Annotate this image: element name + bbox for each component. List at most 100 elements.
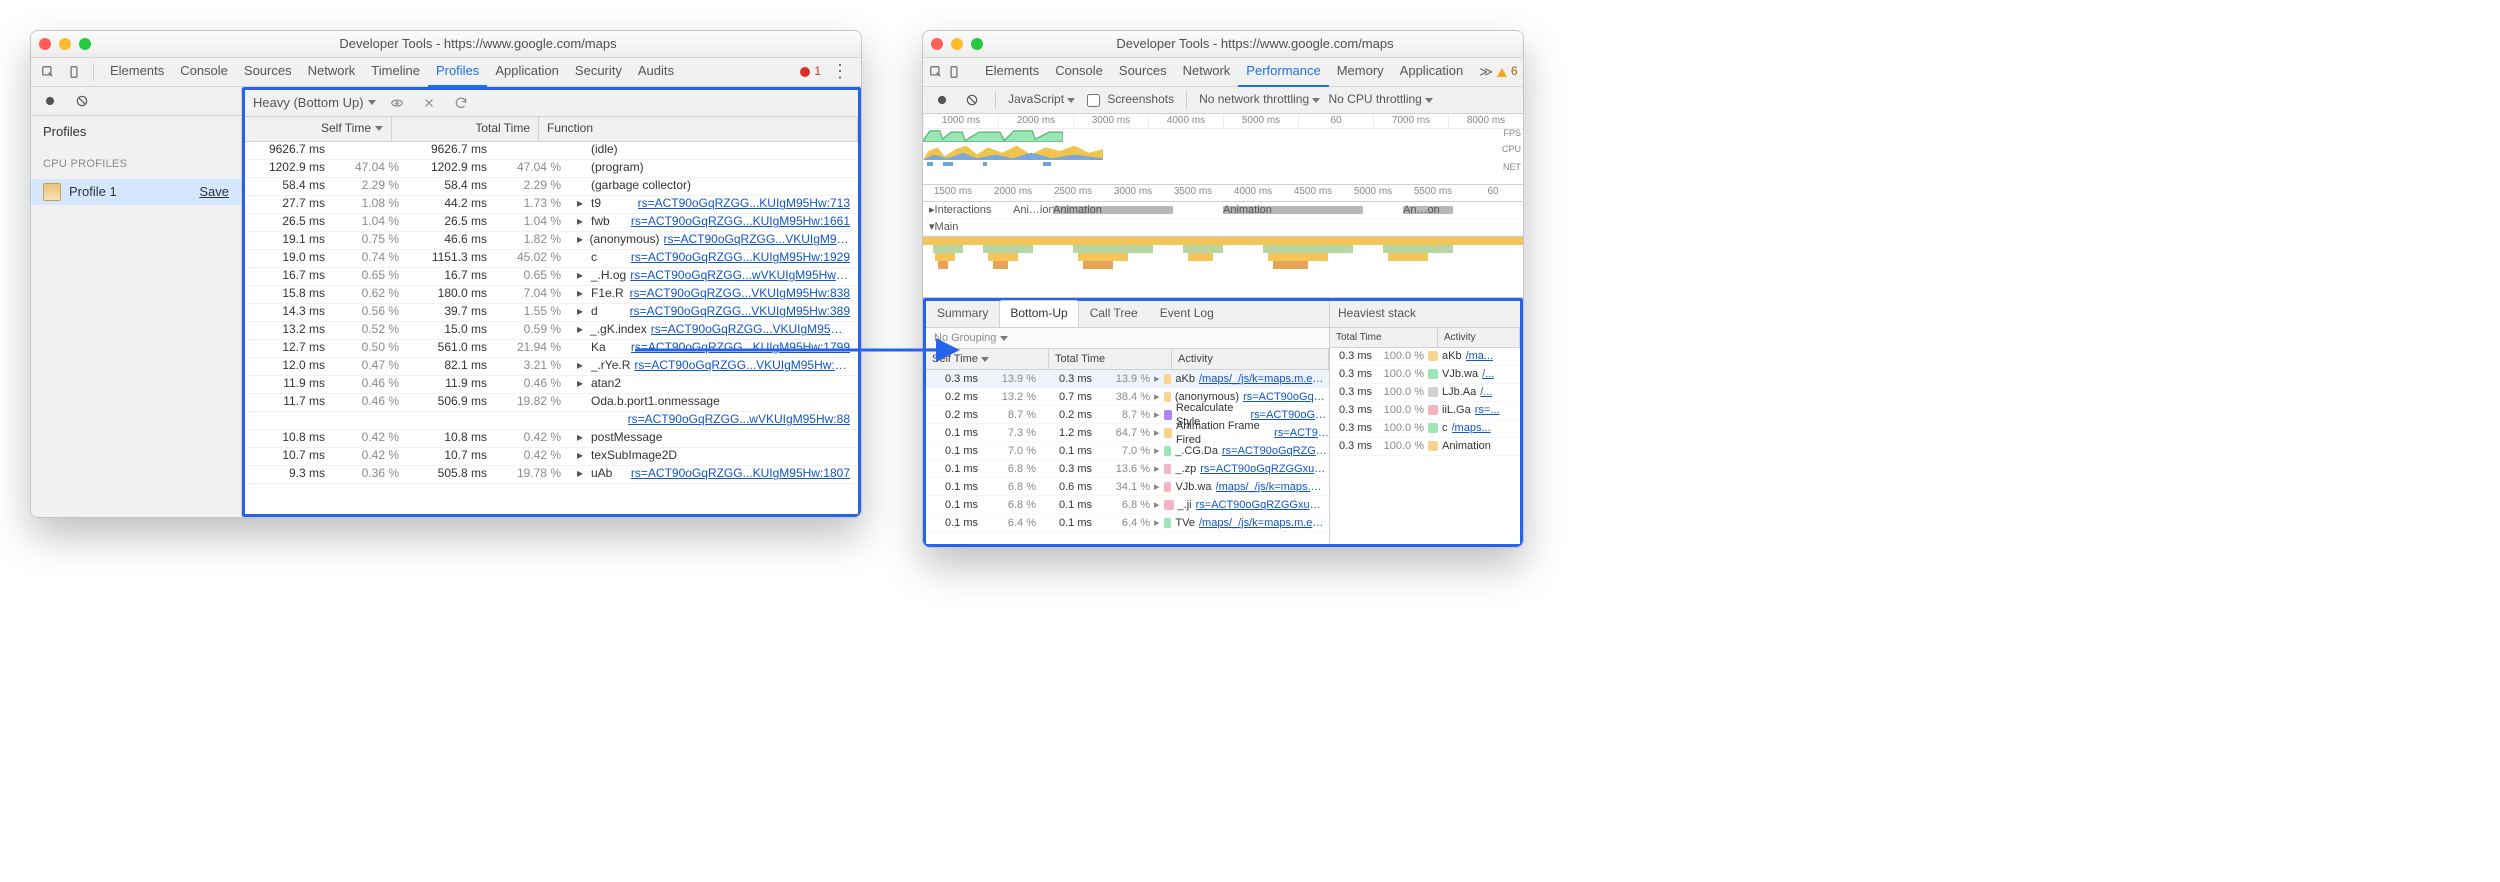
col-activity[interactable]: Activity — [1172, 349, 1329, 369]
table-row[interactable]: 0.1 ms6.8 %0.3 ms13.6 %▸_.zp rs=ACT90oGq… — [926, 460, 1329, 478]
table-row[interactable]: 0.3 ms100.0 %VJb.wa /... — [1330, 366, 1520, 384]
table-row[interactable]: 0.3 ms13.9 %0.3 ms13.9 %▸aKb /maps/_/js/… — [926, 370, 1329, 388]
source-link[interactable]: rs=ACT90oGqRZGG...VKUIgM95Hw:389 — [630, 304, 850, 320]
source-link[interactable]: rs=ACT90oGqRZGG...VKUIgM95Hw:838 — [630, 286, 850, 302]
table-row[interactable]: 58.4 ms2.29 %58.4 ms2.29 %(garbage colle… — [245, 178, 858, 196]
source-link[interactable]: /... — [1482, 367, 1494, 381]
table-row[interactable]: 10.7 ms0.42 %10.7 ms0.42 %▸texSubImage2D — [245, 448, 858, 466]
timeline-overview[interactable]: 1000 ms2000 ms3000 ms4000 ms5000 ms60700… — [923, 114, 1523, 185]
source-link[interactable]: rs=ACT90oGqRZGGxuWo-z8BL... — [1196, 498, 1326, 512]
source-link[interactable]: /... — [1480, 385, 1492, 399]
source-link[interactable]: rs=... — [1475, 403, 1500, 417]
filter-select[interactable]: JavaScript — [1008, 92, 1075, 108]
table-row[interactable]: 0.3 ms100.0 %aKb /ma... — [1330, 348, 1520, 366]
table-row[interactable]: 13.2 ms0.52 %15.0 ms0.59 %▸_.gK.indexrs=… — [245, 322, 858, 340]
clear-icon[interactable] — [71, 90, 93, 112]
col-self-time[interactable]: Self Time — [926, 349, 1049, 369]
save-link[interactable]: Save — [199, 184, 229, 201]
error-badge[interactable]: 1 — [800, 64, 821, 80]
source-link[interactable]: rs=ACT90oGqRZGG...KUIgM95Hw:1661 — [631, 214, 850, 230]
subtab-call-tree[interactable]: Call Tree — [1079, 300, 1149, 327]
table-row[interactable]: 19.1 ms0.75 %46.6 ms1.82 %▸(anonymous)rs… — [245, 232, 858, 250]
table-row[interactable]: 0.1 ms7.0 %0.1 ms7.0 %▸_.CG.Da rs=ACT90o… — [926, 442, 1329, 460]
table-row[interactable]: 0.3 ms100.0 %iiL.Ga rs=... — [1330, 402, 1520, 420]
eye-icon[interactable] — [386, 92, 408, 114]
tab-application[interactable]: Application — [1392, 58, 1472, 87]
close-icon[interactable] — [931, 38, 943, 50]
profile-rows[interactable]: 9626.7 ms9626.7 ms(idle)1202.9 ms47.04 %… — [245, 142, 858, 514]
col-total-time[interactable]: Total Time — [1330, 328, 1438, 347]
tab-profiles[interactable]: Profiles — [428, 58, 487, 87]
close-icon[interactable] — [418, 92, 440, 114]
minimize-icon[interactable] — [59, 38, 71, 50]
source-link[interactable]: rs=ACT90oGqRZGG...VKUIgM95Hw:381 — [651, 322, 850, 338]
source-link[interactable]: rs=ACT90oGqRZGG...KUIgM95Hw:1807 — [631, 466, 850, 482]
source-link[interactable]: /maps/_/js/k=maps.m.en.ye... — [1216, 480, 1329, 494]
source-link[interactable]: rs=ACT90o... — [1274, 426, 1329, 440]
table-row[interactable]: 0.3 ms100.0 %LJb.Aa /... — [1330, 384, 1520, 402]
table-row[interactable]: 0.1 ms7.3 %1.2 ms64.7 %▸Animation Frame … — [926, 424, 1329, 442]
source-link[interactable]: rs=ACT90oGqRZGGxuWo-z8B... — [1200, 462, 1329, 476]
tab-elements[interactable]: Elements — [102, 58, 172, 87]
subtab-event-log[interactable]: Event Log — [1149, 300, 1225, 327]
source-link[interactable]: rs=ACT90oGqRZGG...KUIgM95Hw:1929 — [631, 250, 850, 266]
network-throttle-select[interactable]: No network throttling — [1199, 92, 1320, 108]
col-total-time[interactable]: Total Time — [1049, 349, 1172, 369]
source-link[interactable]: rs=ACT90oGqRZGG...wVKUIgM95Hw:88 — [628, 412, 850, 428]
more-icon[interactable]: ⋮ — [825, 60, 855, 83]
tab-console[interactable]: Console — [172, 58, 236, 87]
table-row[interactable]: rs=ACT90oGqRZGG...wVKUIgM95Hw:88 — [245, 412, 858, 430]
col-function[interactable]: Function — [539, 117, 858, 141]
device-icon[interactable] — [947, 61, 961, 83]
col-total-time[interactable]: Total Time — [392, 117, 539, 141]
table-row[interactable]: 9626.7 ms9626.7 ms(idle) — [245, 142, 858, 160]
tab-application[interactable]: Application — [487, 58, 567, 87]
overflow-icon[interactable]: ≫ — [1479, 64, 1493, 81]
table-row[interactable]: 12.0 ms0.47 %82.1 ms3.21 %▸_.rYe.Rrs=ACT… — [245, 358, 858, 376]
source-link[interactable]: /maps/_/js/k=maps.m.en.yeALR... — [1199, 516, 1329, 530]
titlebar[interactable]: Developer Tools - https://www.google.com… — [31, 31, 861, 58]
tab-memory[interactable]: Memory — [1329, 58, 1392, 87]
screenshots-checkbox[interactable]: Screenshots — [1083, 91, 1174, 110]
cpu-throttle-select[interactable]: No CPU throttling — [1328, 92, 1433, 108]
titlebar[interactable]: Developer Tools - https://www.google.com… — [923, 31, 1523, 58]
record-icon[interactable] — [931, 89, 953, 111]
table-row[interactable]: 11.7 ms0.46 %506.9 ms19.82 %Oda.b.port1.… — [245, 394, 858, 412]
table-row[interactable]: 0.3 ms100.0 %Animation — [1330, 438, 1520, 456]
source-link[interactable]: rs=ACT90oGqRZGG...VKUIgM95Hw:126 — [664, 232, 851, 248]
bottom-up-rows[interactable]: 0.3 ms13.9 %0.3 ms13.9 %▸aKb /maps/_/js/… — [926, 370, 1329, 544]
warning-badge[interactable]: 6 — [1497, 64, 1518, 80]
source-link[interactable]: rs=ACT90oGqRZGGxuWo... — [1222, 444, 1329, 458]
table-row[interactable]: 10.8 ms0.42 %10.8 ms0.42 %▸postMessage — [245, 430, 858, 448]
source-link[interactable]: /maps... — [1452, 421, 1491, 435]
more-icon[interactable]: ⋮ — [1522, 60, 1524, 83]
table-row[interactable]: 14.3 ms0.56 %39.7 ms1.55 %▸drs=ACT90oGqR… — [245, 304, 858, 322]
tab-timeline[interactable]: Timeline — [363, 58, 428, 87]
table-row[interactable]: 9.3 ms0.36 %505.8 ms19.78 %▸uAbrs=ACT90o… — [245, 466, 858, 484]
source-link[interactable]: /ma... — [1466, 349, 1494, 363]
source-link[interactable]: rs=ACT90oGqRZGG...VKUIgM95Hw:593 — [634, 358, 850, 374]
table-row[interactable]: 26.5 ms1.04 %26.5 ms1.04 %▸fwbrs=ACT90oG… — [245, 214, 858, 232]
table-row[interactable]: 0.3 ms100.0 %c /maps... — [1330, 420, 1520, 438]
tab-sources[interactable]: Sources — [1111, 58, 1175, 87]
source-link[interactable]: /maps/_/js/k=maps.m.en.yeALR... — [1199, 372, 1329, 386]
grouping-select[interactable]: No Grouping — [926, 328, 1329, 349]
table-row[interactable]: 1202.9 ms47.04 %1202.9 ms47.04 %(program… — [245, 160, 858, 178]
inspect-icon[interactable] — [37, 61, 59, 83]
main-track-header[interactable]: ▾ Main — [923, 219, 1523, 236]
tab-network[interactable]: Network — [300, 58, 364, 87]
device-icon[interactable] — [63, 61, 85, 83]
tab-sources[interactable]: Sources — [236, 58, 300, 87]
table-row[interactable]: 0.1 ms6.4 %0.1 ms6.4 %▸TVe /maps/_/js/k=… — [926, 514, 1329, 532]
col-activity[interactable]: Activity — [1438, 328, 1520, 347]
record-icon[interactable] — [39, 90, 61, 112]
source-link[interactable]: rs=ACT90oGqRZGG...KUIgM95Hw:1799 — [631, 340, 850, 356]
detail-ruler[interactable]: 1500 ms2000 ms2500 ms3000 ms3500 ms4000 … — [923, 185, 1523, 202]
table-row[interactable]: 0.1 ms6.8 %0.1 ms6.8 %▸_.ji rs=ACT90oGqR… — [926, 496, 1329, 514]
profile-item[interactable]: Profile 1 Save — [31, 179, 241, 205]
source-link[interactable]: rs=ACT90oGqRZGG...KUIgM95Hw:713 — [638, 196, 850, 212]
table-row[interactable]: 16.7 ms0.65 %16.7 ms0.65 %▸_.H.ogrs=ACT9… — [245, 268, 858, 286]
table-row[interactable]: 0.1 ms6.8 %0.6 ms34.1 %▸VJb.wa /maps/_/j… — [926, 478, 1329, 496]
zoom-icon[interactable] — [971, 38, 983, 50]
table-row[interactable]: 12.7 ms0.50 %561.0 ms21.94 %Kars=ACT90oG… — [245, 340, 858, 358]
